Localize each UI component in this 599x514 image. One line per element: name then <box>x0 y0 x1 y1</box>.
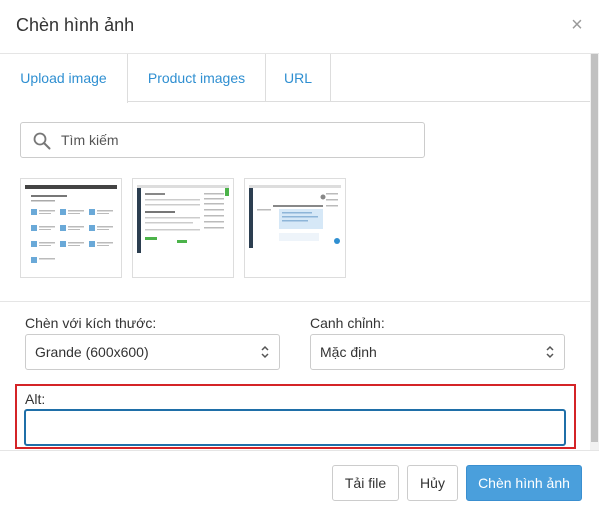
image-thumbnail-preview <box>137 185 229 253</box>
upload-file-button[interactable]: Tải file <box>332 465 399 501</box>
search-box <box>20 122 425 158</box>
tab-upload-image[interactable]: Upload image <box>0 54 128 103</box>
section-divider <box>0 301 590 302</box>
size-label: Chèn với kích thước: <box>25 315 157 331</box>
dialog-title: Chèn hình ảnh <box>16 15 135 35</box>
search-icon <box>33 132 51 150</box>
cancel-button[interactable]: Hủy <box>407 465 458 501</box>
alignment-label: Canh chỉnh: <box>310 315 385 331</box>
image-thumbnail[interactable] <box>244 178 346 278</box>
select-arrows-icon <box>261 345 269 359</box>
insert-image-dialog: Chèn hình ảnh × Upload image Product ima… <box>0 0 599 514</box>
image-thumbnail[interactable] <box>132 178 234 278</box>
tab-bar: Upload image Product images URL <box>0 54 599 103</box>
image-thumbnail-preview <box>25 185 117 263</box>
search-input[interactable] <box>61 123 416 157</box>
alt-input[interactable] <box>24 409 566 446</box>
scrollbar-thumb[interactable] <box>591 54 598 442</box>
alt-label: Alt: <box>25 391 46 407</box>
dialog-header: Chèn hình ảnh × <box>0 0 599 54</box>
alignment-select[interactable]: Mặc định <box>310 334 565 370</box>
select-arrows-icon <box>546 345 554 359</box>
alignment-select-value: Mặc định <box>320 344 377 360</box>
size-select[interactable]: Grande (600x600) <box>25 334 280 370</box>
close-icon[interactable]: × <box>568 14 586 36</box>
insert-image-button[interactable]: Chèn hình ảnh <box>466 465 582 501</box>
image-thumbnail[interactable] <box>20 178 122 278</box>
image-thumbnail-preview <box>249 185 341 248</box>
tab-product-images[interactable]: Product images <box>128 54 266 102</box>
tab-url[interactable]: URL <box>266 54 331 102</box>
size-select-value: Grande (600x600) <box>35 344 149 360</box>
